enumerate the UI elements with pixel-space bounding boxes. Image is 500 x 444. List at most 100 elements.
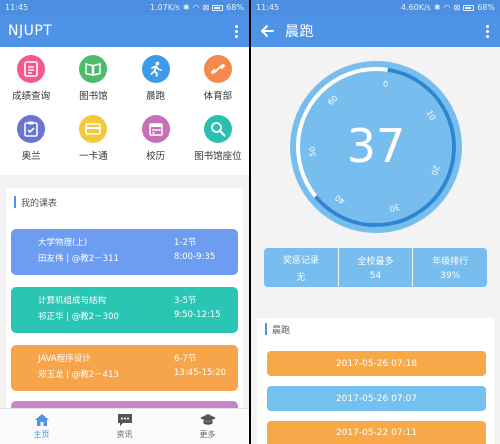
app-bar: 晨跑	[251, 15, 500, 47]
clipboard-check-icon	[17, 115, 46, 143]
run-count-value: 37	[347, 119, 406, 173]
tab-label: 主页	[33, 430, 50, 439]
grid-item-aolan[interactable]: 奥兰	[0, 115, 62, 175]
battery-level: 68%	[226, 3, 244, 12]
grid-item-label: 校历	[146, 151, 166, 162]
course-name: JAVA程序设计	[38, 354, 91, 364]
section-title: 晨跑	[272, 325, 291, 336]
grid-item-label: 晨跑	[146, 91, 166, 102]
overflow-menu-icon[interactable]	[231, 24, 241, 38]
run-record-item[interactable]: 2017-05-22 07:11	[267, 421, 486, 444]
stat-reward-record: 奖惩记录 无	[264, 248, 338, 287]
course-period: 6-7节	[174, 354, 197, 364]
tab-label: 资讯	[116, 430, 133, 439]
run-record-item[interactable]: 2017-05-26 07:07	[267, 386, 486, 411]
section-header: 我的课表	[6, 191, 243, 213]
morning-run-screen: 11:45 4.60K/s ✱ ◠ ⊠ 68% 晨跑 0 10 20 30 40 50 60…	[251, 0, 500, 444]
home-icon	[34, 414, 49, 426]
calendar-icon	[141, 115, 170, 143]
grid-item-label: 成绩查询	[12, 91, 51, 102]
no-sim-icon: ⊠	[202, 3, 210, 12]
section-header: 晨跑	[257, 318, 494, 340]
home-screen: 11:45 1.07K/s ✱ ◠ ⊠ 68% NJUPT 成绩查询 图书馆 晨…	[0, 0, 249, 444]
course-teacher-room: 田友伟 | @教2－311	[38, 254, 119, 264]
back-arrow-icon[interactable]	[259, 23, 275, 39]
run-record-time: 2017-05-26 07:07	[335, 393, 418, 404]
grid-item-label: 奥兰	[21, 151, 41, 162]
course-card[interactable]: JAVA程序设计 6-7节 邓玉龙 | @教2－413 13:45-15:20	[11, 345, 238, 391]
app-bar: NJUPT	[0, 15, 249, 47]
tab-more[interactable]: 更多	[166, 409, 249, 444]
bluetooth-icon: ✱	[182, 3, 190, 12]
course-card[interactable]: 计算机组成与结构 3-5节 祁正华 | @教2－300 9:50-12:15	[11, 287, 238, 333]
network-speed: 1.07K/s	[149, 3, 180, 12]
bluetooth-icon: ✱	[433, 3, 441, 12]
stat-grade-rank: 年级排行 39%	[412, 248, 487, 287]
grades-icon	[17, 55, 46, 83]
feature-grid: 成绩查询 图书馆 晨跑 体育部 奥兰 一卡通 校历 图书馆座位	[0, 47, 249, 175]
section-accent-bar	[265, 323, 267, 335]
course-name: 大学物理(上)	[38, 238, 88, 248]
wifi-icon: ◠	[192, 3, 200, 12]
course-period: 3-5节	[174, 296, 197, 306]
grid-item-library[interactable]: 图书馆	[62, 55, 124, 115]
grid-item-label: 图书馆座位	[194, 151, 242, 162]
tab-news[interactable]: 资讯	[83, 409, 166, 444]
grid-item-label: 图书馆	[79, 91, 108, 102]
course-name: 计算机组成与结构	[38, 296, 107, 306]
grid-item-morning-run[interactable]: 晨跑	[125, 55, 187, 115]
grid-item-sports-dept[interactable]: 体育部	[187, 55, 249, 115]
run-count-dial: 0102030405060 37	[290, 61, 462, 233]
status-time: 11:45	[5, 3, 29, 12]
battery-level: 68%	[477, 3, 495, 12]
network-speed: 4.60K/s	[400, 3, 431, 12]
grid-item-library-seat[interactable]: 图书馆座位	[187, 115, 249, 175]
section-title: 我的课表	[21, 198, 58, 209]
search-icon	[203, 115, 232, 143]
run-record-item[interactable]: 2017-05-26 07:18	[267, 351, 486, 376]
run-stats-bar: 奖惩记录 无 全校最多 54 年级排行 39%	[264, 248, 487, 287]
card-icon	[79, 115, 108, 143]
course-teacher-room: 邓玉龙 | @教2－413	[38, 370, 119, 380]
stat-school-max: 全校最多 54	[337, 248, 413, 287]
page-title: 晨跑	[285, 24, 314, 40]
status-bar: 11:45 4.60K/s ✱ ◠ ⊠ 68%	[251, 0, 500, 15]
stat-value: 39%	[440, 271, 461, 281]
battery-icon	[463, 4, 475, 11]
stat-label: 全校最多	[357, 257, 394, 267]
grid-item-grades[interactable]: 成绩查询	[0, 55, 62, 115]
grid-item-campus-card[interactable]: 一卡通	[62, 115, 124, 175]
battery-icon	[212, 4, 224, 11]
tab-home[interactable]: 主页	[0, 409, 83, 444]
stat-label: 年级排行	[432, 257, 469, 267]
dumbbell-icon	[203, 55, 232, 83]
stat-value: 无	[296, 272, 306, 283]
course-time: 8:00-9:35	[174, 252, 216, 262]
stat-value: 54	[369, 271, 382, 281]
course-time: 13:45-15:20	[174, 368, 227, 378]
run-record-time: 2017-05-26 07:18	[335, 358, 418, 369]
wifi-icon: ◠	[443, 3, 451, 12]
overflow-menu-icon[interactable]	[482, 24, 492, 38]
course-period: 1-2节	[174, 238, 197, 248]
graduation-cap-icon	[199, 414, 216, 425]
library-book-icon	[79, 55, 108, 83]
status-time: 11:45	[256, 3, 280, 12]
grid-item-school-calendar[interactable]: 校历	[125, 115, 187, 175]
status-bar: 11:45 1.07K/s ✱ ◠ ⊠ 68%	[0, 0, 249, 15]
runner-icon	[141, 55, 170, 83]
no-sim-icon: ⊠	[453, 3, 461, 12]
course-teacher-room: 祁正华 | @教2－300	[38, 312, 119, 322]
course-time: 9:50-12:15	[174, 310, 221, 320]
tab-label: 更多	[199, 430, 216, 439]
course-card[interactable]: 大学物理(上) 1-2节 田友伟 | @教2－311 8:00-9:35	[11, 229, 238, 275]
stat-label: 奖惩记录	[282, 255, 319, 266]
bottom-tab-bar: 主页 资讯 更多	[0, 408, 249, 444]
run-record-time: 2017-05-22 07:11	[335, 427, 418, 438]
chat-icon	[117, 414, 132, 426]
app-title: NJUPT	[8, 23, 53, 39]
section-accent-bar	[14, 196, 16, 208]
grid-item-label: 体育部	[203, 91, 233, 102]
grid-item-label: 一卡通	[79, 151, 108, 162]
dial-tick-label: 50	[308, 146, 318, 157]
